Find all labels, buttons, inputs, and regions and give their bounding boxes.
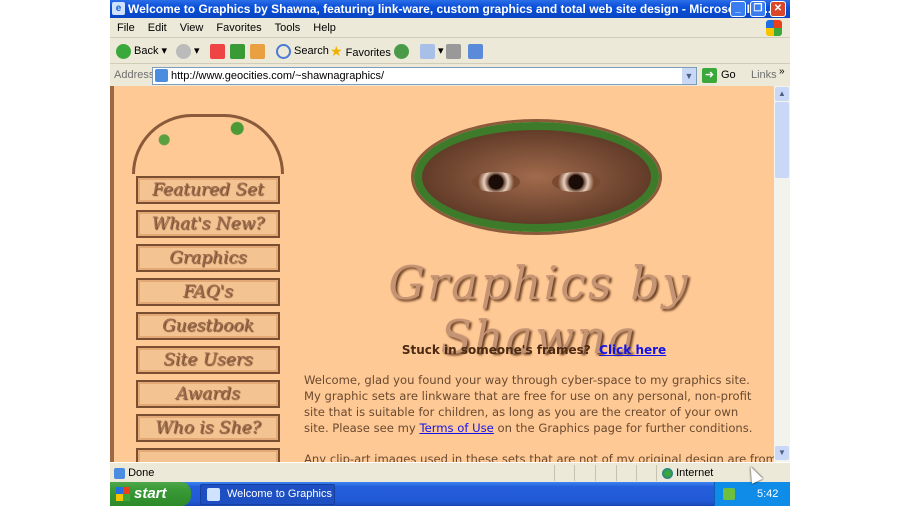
window-title: Welcome to Graphics by Shawna, featuring… bbox=[128, 2, 772, 16]
search-label: Search bbox=[294, 45, 329, 57]
history-button[interactable] bbox=[394, 43, 412, 60]
print-icon bbox=[446, 43, 461, 59]
ie-window: e Welcome to Graphics by Shawna, featuri… bbox=[110, 0, 790, 524]
nav-partial-item[interactable] bbox=[136, 448, 280, 462]
minimize-button[interactable]: _ bbox=[730, 1, 746, 17]
mail-button[interactable]: ▾ bbox=[420, 43, 444, 60]
status-text: Done bbox=[128, 467, 155, 479]
nav-awards[interactable]: Awards bbox=[136, 380, 280, 408]
nav-whats-new[interactable]: What's New? bbox=[136, 210, 280, 238]
address-label: Address bbox=[114, 69, 155, 81]
eyes-header-image bbox=[414, 122, 659, 232]
start-button[interactable]: start bbox=[110, 482, 191, 506]
title-bar: e Welcome to Graphics by Shawna, featuri… bbox=[110, 0, 790, 18]
chevron-icon[interactable]: » bbox=[779, 66, 785, 77]
nav-who-is-she[interactable]: Who is She? bbox=[136, 414, 280, 442]
star-icon: ★ bbox=[330, 43, 343, 59]
scroll-down-button[interactable]: ▼ bbox=[775, 446, 789, 460]
status-bar: Done Internet bbox=[110, 462, 790, 482]
forward-arrow-icon bbox=[176, 43, 191, 59]
scroll-thumb[interactable] bbox=[775, 102, 789, 178]
nav-faqs[interactable]: FAQ's bbox=[136, 278, 280, 306]
menu-view[interactable]: View bbox=[173, 18, 210, 34]
arch-decoration bbox=[132, 114, 284, 174]
vertical-scrollbar[interactable]: ▲ ▼ bbox=[774, 86, 790, 462]
divider bbox=[636, 465, 637, 481]
print-button[interactable] bbox=[446, 43, 464, 60]
status-done: Done bbox=[114, 467, 154, 479]
address-input[interactable]: http://www.geocities.com/~shawnagraphics… bbox=[152, 67, 697, 85]
page-icon bbox=[114, 467, 125, 479]
go-button[interactable]: Go bbox=[721, 69, 736, 81]
home-button[interactable] bbox=[250, 43, 268, 60]
edit-icon bbox=[468, 43, 483, 59]
favorites-button[interactable]: ★ Favorites bbox=[330, 43, 391, 60]
divider bbox=[595, 465, 596, 481]
favorites-label: Favorites bbox=[345, 47, 391, 59]
history-icon bbox=[394, 43, 409, 59]
links-button[interactable]: Links bbox=[751, 69, 777, 81]
nav-site-users[interactable]: Site Users bbox=[136, 346, 280, 374]
restore-button[interactable]: ❐ bbox=[750, 1, 766, 17]
nav-guestbook[interactable]: Guestbook bbox=[136, 312, 280, 340]
clock: 5:42 AM bbox=[757, 488, 779, 524]
address-url: http://www.geocities.com/~shawnagraphics… bbox=[171, 70, 385, 82]
windows-flag-icon bbox=[116, 487, 130, 501]
page-icon bbox=[155, 69, 168, 82]
edit-button[interactable] bbox=[468, 43, 486, 60]
ie-icon bbox=[207, 488, 220, 501]
back-button[interactable]: Back ▾ bbox=[116, 43, 167, 60]
eye-right bbox=[552, 172, 600, 192]
terms-of-use-link[interactable]: Terms of Use bbox=[419, 421, 493, 435]
back-label: Back bbox=[134, 45, 159, 57]
divider bbox=[554, 465, 555, 481]
divider bbox=[574, 465, 575, 481]
menu-file[interactable]: File bbox=[110, 18, 141, 34]
start-label: start bbox=[134, 485, 167, 502]
menu-help[interactable]: Help bbox=[306, 18, 342, 34]
back-arrow-icon bbox=[116, 43, 131, 59]
search-icon bbox=[276, 43, 291, 59]
nav-graphics[interactable]: Graphics bbox=[136, 244, 280, 272]
stop-icon bbox=[210, 43, 225, 59]
stop-button[interactable] bbox=[210, 43, 228, 60]
welcome-paragraph: Welcome, glad you found your way through… bbox=[304, 372, 764, 436]
eye-left bbox=[472, 172, 520, 192]
close-button[interactable]: ✕ bbox=[770, 1, 786, 17]
ie-icon: e bbox=[112, 2, 125, 15]
scroll-up-button[interactable]: ▲ bbox=[775, 87, 789, 101]
menu-bar: File Edit View Favorites Tools Help bbox=[110, 18, 790, 38]
task-label: Welcome to Graphics ... bbox=[227, 488, 335, 500]
mail-icon bbox=[420, 43, 435, 59]
frames-text: Stuck in someone's frames? bbox=[401, 343, 591, 357]
security-zone: Internet bbox=[662, 467, 713, 479]
page-content: Featured Set What's New? Graphics FAQ's … bbox=[110, 86, 774, 462]
windows-logo-icon bbox=[766, 20, 782, 36]
nav-featured-set[interactable]: Featured Set bbox=[136, 176, 280, 204]
home-icon bbox=[250, 43, 265, 59]
globe-icon bbox=[662, 467, 673, 479]
zone-label: Internet bbox=[676, 467, 714, 479]
menu-tools[interactable]: Tools bbox=[268, 18, 307, 34]
system-tray: 5:42 AM bbox=[714, 482, 790, 524]
taskbar: start Welcome to Graphics ... 5:42 AM bbox=[110, 482, 790, 524]
go-arrow-icon[interactable]: ➜ bbox=[702, 68, 717, 83]
click-here-link[interactable]: Click here bbox=[599, 343, 666, 357]
refresh-button[interactable] bbox=[230, 43, 248, 60]
welcome-text-end: on the Graphics page for further conditi… bbox=[493, 421, 753, 435]
forward-button[interactable]: ▾ bbox=[176, 43, 200, 60]
divider bbox=[616, 465, 617, 481]
search-button[interactable]: Search bbox=[276, 43, 329, 60]
divider bbox=[656, 465, 657, 481]
toolbar: Back ▾ ▾ Search ★ Favorites ▾ bbox=[110, 39, 790, 64]
address-bar: Address http://www.geocities.com/~shawna… bbox=[110, 65, 790, 86]
menu-edit[interactable]: Edit bbox=[141, 18, 173, 34]
clipart-paragraph: Any clip-art images used in these sets t… bbox=[304, 452, 774, 462]
network-icon[interactable] bbox=[723, 488, 735, 500]
address-dropdown[interactable]: ▼ bbox=[682, 68, 696, 84]
taskbar-item-ie[interactable]: Welcome to Graphics ... bbox=[200, 484, 335, 505]
frames-notice: Stuck in someone's frames? Click here bbox=[294, 343, 774, 357]
refresh-icon bbox=[230, 43, 245, 59]
menu-favorites[interactable]: Favorites bbox=[209, 18, 267, 34]
